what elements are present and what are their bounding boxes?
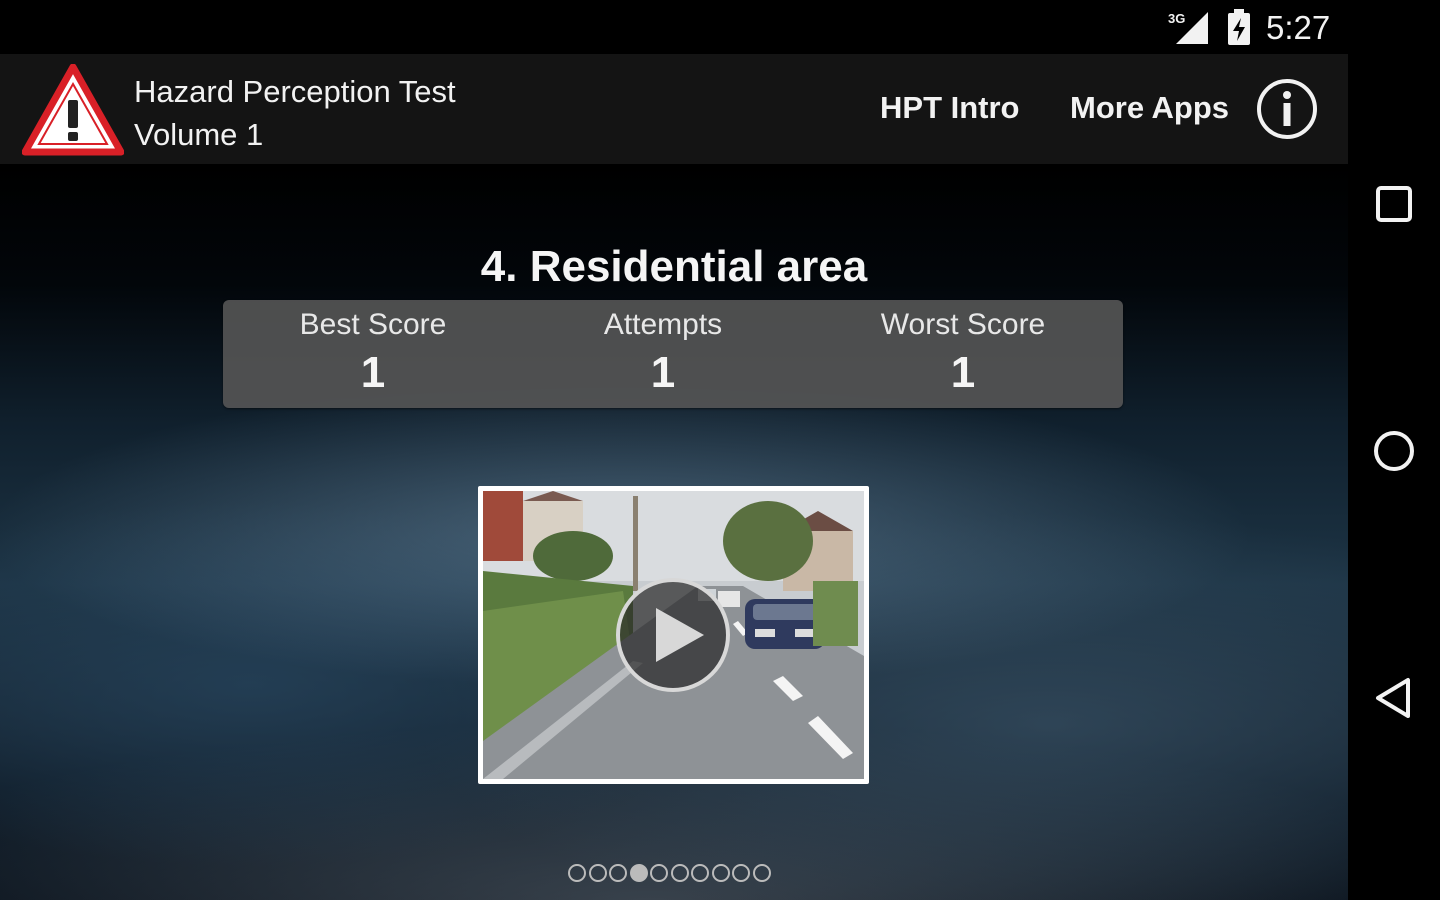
status-clock: 5:27	[1266, 9, 1331, 46]
page-indicator	[568, 864, 778, 884]
page-dot[interactable]	[609, 864, 627, 882]
status-bar: 3G 5:27	[0, 0, 1348, 54]
video-thumbnail[interactable]	[478, 486, 869, 784]
recents-icon[interactable]	[1370, 180, 1418, 228]
network-type-label: 3G	[1168, 11, 1185, 26]
test-title: 4. Residential area	[480, 242, 868, 291]
test-detail-screen: 4. Residential area Best Score 1 Attempt…	[0, 164, 1348, 900]
page-dot-active[interactable]	[629, 864, 648, 882]
attempts-column: Attempts 1	[513, 300, 813, 408]
app-title-line2: Volume 1	[134, 117, 264, 152]
warning-triangle-icon	[22, 64, 124, 156]
action-bar: Hazard Perception Test Volume 1 HPT Intr…	[0, 54, 1348, 164]
home-icon[interactable]	[1370, 427, 1418, 475]
page-dot[interactable]	[732, 864, 750, 882]
worst-score-label: Worst Score	[880, 308, 1046, 341]
page-dot[interactable]	[752, 864, 771, 882]
app-title-line1: Hazard Perception Test	[134, 74, 456, 109]
attempts-value: 1	[650, 348, 676, 397]
app-title: Hazard Perception Test Volume 1	[134, 70, 456, 156]
hpt-intro-button[interactable]: HPT Intro	[880, 90, 1020, 126]
worst-score-value: 1	[950, 348, 976, 397]
more-apps-button[interactable]: More Apps	[1070, 90, 1229, 126]
play-icon[interactable]	[614, 576, 732, 694]
page-dot[interactable]	[691, 864, 709, 882]
best-score-value: 1	[360, 348, 386, 397]
page-dot[interactable]	[568, 864, 586, 882]
score-panel: Best Score 1 Attempts 1 Worst Score 1	[223, 300, 1123, 408]
page-dot[interactable]	[650, 864, 668, 882]
page-dot[interactable]	[588, 864, 607, 882]
info-icon[interactable]	[1256, 78, 1318, 140]
signal-icon: 3G	[1168, 11, 1208, 44]
worst-score-column: Worst Score 1	[813, 300, 1113, 408]
back-icon[interactable]	[1370, 674, 1418, 722]
page-dot[interactable]	[711, 864, 730, 882]
best-score-column: Best Score 1	[223, 300, 523, 408]
system-nav-bar	[1348, 0, 1440, 900]
battery-charging-icon	[1228, 9, 1250, 45]
page-dot[interactable]	[670, 864, 689, 882]
best-score-label: Best Score	[299, 308, 447, 341]
attempts-label: Attempts	[603, 308, 723, 341]
